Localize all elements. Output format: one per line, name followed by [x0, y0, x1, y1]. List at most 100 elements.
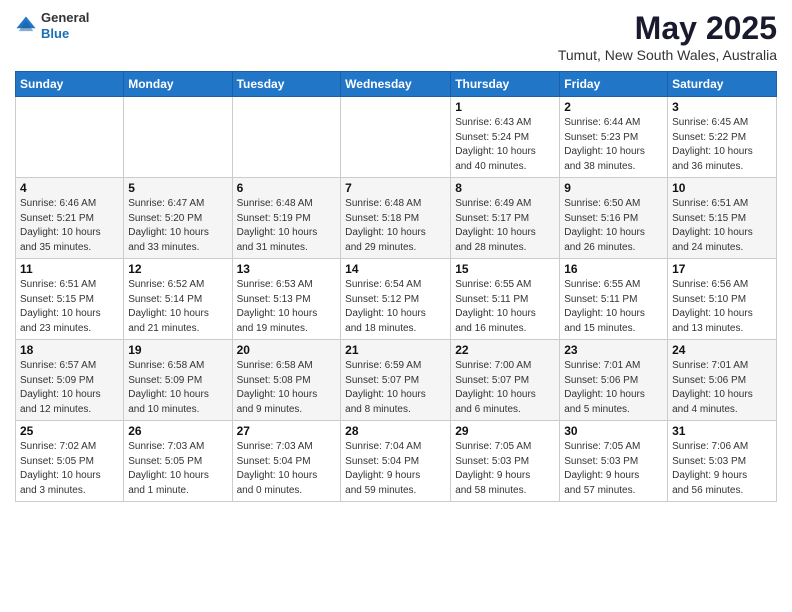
logo: General Blue — [15, 10, 89, 41]
day-cell: 15 Sunrise: 6:55 AM Sunset: 5:11 PM Dayli… — [451, 259, 560, 340]
day-number: 25 — [20, 424, 119, 438]
week-row-4: 18Sunrise: 6:57 AM Sunset: 5:09 PM Dayli… — [16, 340, 777, 421]
main-title: May 2025 — [558, 10, 777, 47]
weekday-header-saturday: Saturday — [668, 72, 777, 97]
day-cell: 11 Sunrise: 6:51 AM Sunset: 5:15 PM Dayli… — [16, 259, 124, 340]
day-number: 26 — [128, 424, 227, 438]
day-cell — [16, 97, 124, 178]
title-block: May 2025 Tumut, New South Wales, Austral… — [558, 10, 777, 63]
day-number: 5 — [128, 181, 227, 195]
day-info: Sunrise: 6:43 AM Sunset: 5:24 PM Dayligh… — [455, 116, 555, 174]
day-cell — [124, 97, 232, 178]
day-info: Sunrise: 6:54 AM Sunset: 5:12 PM Dayligh… — [345, 278, 446, 336]
weekday-header-row: SundayMondayTuesdayWednesdayThursdayFrid… — [16, 72, 777, 97]
day-number: 3 — [672, 100, 772, 114]
day-info: Sunrise: 6:45 AM Sunset: 5:22 PM Dayligh… — [672, 116, 772, 174]
day-number: 15 — [455, 262, 555, 276]
day-cell: 25 Sunrise: 7:02 AM Sunset: 5:05 PM Dayli… — [16, 421, 124, 502]
weekday-header-sunday: Sunday — [16, 72, 124, 97]
day-number: 14 — [345, 262, 446, 276]
day-number: 22 — [455, 343, 555, 357]
day-number: 8 — [455, 181, 555, 195]
week-row-2: 4 Sunrise: 6:46 AM Sunset: 5:21 PM Daylig… — [16, 178, 777, 259]
logo-general-text: General — [41, 10, 89, 26]
day-info: Sunrise: 7:05 AM Sunset: 5:03 PM Dayligh… — [455, 440, 555, 498]
day-cell — [232, 97, 341, 178]
day-number: 4 — [20, 181, 119, 195]
day-cell: 17Sunrise: 6:56 AM Sunset: 5:10 PM Dayli… — [668, 259, 777, 340]
day-number: 17 — [672, 262, 772, 276]
day-cell — [341, 97, 451, 178]
calendar-header: SundayMondayTuesdayWednesdayThursdayFrid… — [16, 72, 777, 97]
weekday-header-thursday: Thursday — [451, 72, 560, 97]
day-info: Sunrise: 6:46 AM Sunset: 5:21 PM Dayligh… — [20, 197, 119, 255]
day-number: 11 — [20, 262, 119, 276]
day-info: Sunrise: 6:57 AM Sunset: 5:09 PM Dayligh… — [20, 359, 119, 417]
day-cell: 30 Sunrise: 7:05 AM Sunset: 5:03 PM Dayli… — [560, 421, 668, 502]
day-info: Sunrise: 7:05 AM Sunset: 5:03 PM Dayligh… — [564, 440, 663, 498]
day-info: Sunrise: 7:03 AM Sunset: 5:05 PM Dayligh… — [128, 440, 227, 498]
day-info: Sunrise: 6:47 AM Sunset: 5:20 PM Dayligh… — [128, 197, 227, 255]
subtitle: Tumut, New South Wales, Australia — [558, 47, 777, 63]
weekday-header-monday: Monday — [124, 72, 232, 97]
day-info: Sunrise: 6:51 AM Sunset: 5:15 PM Dayligh… — [672, 197, 772, 255]
weekday-header-wednesday: Wednesday — [341, 72, 451, 97]
day-info: Sunrise: 6:52 AM Sunset: 5:14 PM Dayligh… — [128, 278, 227, 336]
day-cell: 1 Sunrise: 6:43 AM Sunset: 5:24 PM Daylig… — [451, 97, 560, 178]
day-info: Sunrise: 6:58 AM Sunset: 5:08 PM Dayligh… — [237, 359, 337, 417]
day-number: 6 — [237, 181, 337, 195]
day-number: 29 — [455, 424, 555, 438]
logo-text: General Blue — [41, 10, 89, 41]
logo-blue-text: Blue — [41, 26, 89, 42]
day-info: Sunrise: 6:55 AM Sunset: 5:11 PM Dayligh… — [455, 278, 555, 336]
week-row-3: 11 Sunrise: 6:51 AM Sunset: 5:15 PM Dayli… — [16, 259, 777, 340]
day-number: 30 — [564, 424, 663, 438]
day-number: 19 — [128, 343, 227, 357]
day-number: 9 — [564, 181, 663, 195]
day-cell: 24 Sunrise: 7:01 AM Sunset: 5:06 PM Dayli… — [668, 340, 777, 421]
day-number: 2 — [564, 100, 663, 114]
day-cell: 20Sunrise: 6:58 AM Sunset: 5:08 PM Dayli… — [232, 340, 341, 421]
day-cell: 23Sunrise: 7:01 AM Sunset: 5:06 PM Dayli… — [560, 340, 668, 421]
page: General Blue May 2025 Tumut, New South W… — [0, 0, 792, 612]
day-info: Sunrise: 6:59 AM Sunset: 5:07 PM Dayligh… — [345, 359, 446, 417]
day-number: 16 — [564, 262, 663, 276]
calendar-table: SundayMondayTuesdayWednesdayThursdayFrid… — [15, 71, 777, 502]
day-cell: 18Sunrise: 6:57 AM Sunset: 5:09 PM Dayli… — [16, 340, 124, 421]
day-cell: 2 Sunrise: 6:44 AM Sunset: 5:23 PM Daylig… — [560, 97, 668, 178]
day-cell: 9Sunrise: 6:50 AM Sunset: 5:16 PM Daylig… — [560, 178, 668, 259]
day-info: Sunrise: 7:03 AM Sunset: 5:04 PM Dayligh… — [237, 440, 337, 498]
day-info: Sunrise: 7:02 AM Sunset: 5:05 PM Dayligh… — [20, 440, 119, 498]
day-cell: 4 Sunrise: 6:46 AM Sunset: 5:21 PM Daylig… — [16, 178, 124, 259]
day-number: 13 — [237, 262, 337, 276]
logo-icon — [15, 15, 37, 37]
day-cell: 28Sunrise: 7:04 AM Sunset: 5:04 PM Dayli… — [341, 421, 451, 502]
day-cell: 5 Sunrise: 6:47 AM Sunset: 5:20 PM Daylig… — [124, 178, 232, 259]
day-cell: 27 Sunrise: 7:03 AM Sunset: 5:04 PM Dayli… — [232, 421, 341, 502]
day-number: 12 — [128, 262, 227, 276]
day-info: Sunrise: 7:00 AM Sunset: 5:07 PM Dayligh… — [455, 359, 555, 417]
day-cell: 7Sunrise: 6:48 AM Sunset: 5:18 PM Daylig… — [341, 178, 451, 259]
day-info: Sunrise: 7:01 AM Sunset: 5:06 PM Dayligh… — [672, 359, 772, 417]
day-cell: 21 Sunrise: 6:59 AM Sunset: 5:07 PM Dayli… — [341, 340, 451, 421]
day-number: 27 — [237, 424, 337, 438]
calendar-body: 1 Sunrise: 6:43 AM Sunset: 5:24 PM Daylig… — [16, 97, 777, 502]
day-number: 31 — [672, 424, 772, 438]
day-cell: 13Sunrise: 6:53 AM Sunset: 5:13 PM Dayli… — [232, 259, 341, 340]
day-info: Sunrise: 6:44 AM Sunset: 5:23 PM Dayligh… — [564, 116, 663, 174]
week-row-5: 25 Sunrise: 7:02 AM Sunset: 5:05 PM Dayli… — [16, 421, 777, 502]
day-number: 7 — [345, 181, 446, 195]
day-number: 23 — [564, 343, 663, 357]
day-info: Sunrise: 6:51 AM Sunset: 5:15 PM Dayligh… — [20, 278, 119, 336]
day-info: Sunrise: 6:58 AM Sunset: 5:09 PM Dayligh… — [128, 359, 227, 417]
week-row-1: 1 Sunrise: 6:43 AM Sunset: 5:24 PM Daylig… — [16, 97, 777, 178]
day-info: Sunrise: 7:04 AM Sunset: 5:04 PM Dayligh… — [345, 440, 446, 498]
day-number: 24 — [672, 343, 772, 357]
day-cell: 29 Sunrise: 7:05 AM Sunset: 5:03 PM Dayli… — [451, 421, 560, 502]
day-info: Sunrise: 6:49 AM Sunset: 5:17 PM Dayligh… — [455, 197, 555, 255]
day-cell: 6 Sunrise: 6:48 AM Sunset: 5:19 PM Daylig… — [232, 178, 341, 259]
day-cell: 19 Sunrise: 6:58 AM Sunset: 5:09 PM Dayli… — [124, 340, 232, 421]
day-number: 21 — [345, 343, 446, 357]
day-number: 1 — [455, 100, 555, 114]
day-info: Sunrise: 6:48 AM Sunset: 5:19 PM Dayligh… — [237, 197, 337, 255]
